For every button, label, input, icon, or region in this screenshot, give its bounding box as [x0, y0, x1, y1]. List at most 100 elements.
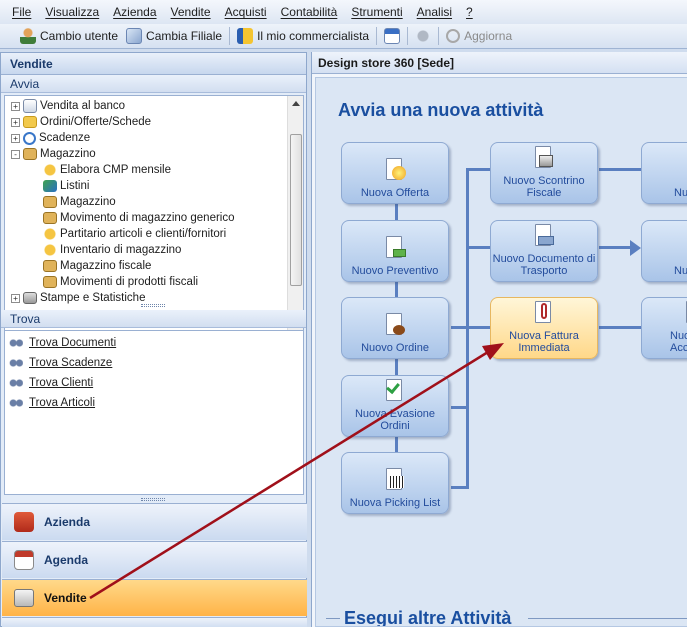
warehouse-icon: [43, 196, 57, 208]
trova-documenti-link[interactable]: Trova Documenti: [9, 335, 116, 351]
tree-item[interactable]: - Magazzino: [11, 146, 96, 162]
trova-scadenze-link[interactable]: Trova Scadenze: [9, 355, 112, 371]
nav-label: Agenda: [44, 553, 89, 567]
activity-label: Nuovo Ordine: [361, 342, 429, 354]
menu-analisi[interactable]: Analisi: [417, 5, 452, 19]
menu-visualizza[interactable]: Visualizza: [45, 5, 99, 19]
paperclip-invoice-icon: [533, 301, 555, 327]
tree-item-label: Listini: [60, 180, 90, 192]
transport-document-icon: [533, 224, 555, 250]
tree-item-label: Ordini/Offerte/Schede: [40, 116, 152, 128]
nuovo-ordine-button[interactable]: Nuovo Ordine: [341, 297, 449, 359]
tree-item-label: Elabora CMP mensile: [60, 164, 172, 176]
aggiorna-button[interactable]: Aggiorna: [442, 25, 516, 47]
tree-item-label: Scadenze: [39, 132, 91, 144]
expand-icon[interactable]: +: [11, 117, 20, 127]
content-area: Design store 360 [Sede] Avvia una nuova …: [311, 52, 687, 627]
order-icon: [384, 313, 406, 339]
trova-clienti-link[interactable]: Trova Clienti: [9, 375, 93, 391]
menu-strumenti[interactable]: Strumenti: [351, 5, 402, 19]
splitter-handle[interactable]: [141, 498, 165, 501]
column3-activity-b-button[interactable]: Nuov Dif: [641, 220, 687, 282]
building-icon: [14, 512, 34, 532]
content-title: Design store 360 [Sede]: [312, 52, 687, 74]
nav-label: Azienda: [44, 515, 91, 529]
nuova-fattura-immediata-button[interactable]: Nuova Fattura Immediata: [490, 297, 598, 359]
tree-item[interactable]: + Vendita al banco: [11, 98, 125, 114]
trova-articoli-link[interactable]: Trova Articoli: [9, 395, 95, 411]
calendar-button[interactable]: [380, 25, 404, 47]
tree-item-label: Partitario articoli e clienti/fornitori: [60, 228, 227, 240]
commercialista-button[interactable]: Il mio commercialista: [233, 25, 373, 47]
warehouse-icon: [43, 260, 57, 272]
tree-item[interactable]: Elabora CMP mensile: [43, 162, 171, 178]
ledger-icon: [43, 228, 57, 240]
tree-item[interactable]: Movimenti di prodotti fiscali: [43, 274, 198, 290]
nuovo-documento-trasporto-button[interactable]: Nuovo Documento di Trasporto: [490, 220, 598, 282]
tree-item[interactable]: + Ordini/Offerte/Schede: [11, 114, 151, 130]
activity-label: Nuov Dif: [674, 265, 687, 277]
menu-azienda[interactable]: Azienda: [113, 5, 156, 19]
column3-activity-c-button[interactable]: Nuov Accomp: [641, 297, 687, 359]
tree-item[interactable]: Magazzino fiscale: [43, 258, 151, 274]
offer-icon: [384, 158, 406, 184]
menu-vendite[interactable]: Vendite: [171, 5, 211, 19]
tree-item-label: Magazzino fiscale: [60, 260, 152, 272]
binoculars-icon: [9, 378, 23, 388]
activity-label: Nuova Picking List: [349, 497, 441, 509]
expand-icon[interactable]: +: [11, 133, 20, 143]
collapse-icon[interactable]: -: [11, 149, 20, 159]
tree-item[interactable]: Movimento di magazzino generico: [43, 210, 235, 226]
cambio-utente-button[interactable]: Cambio utente: [16, 25, 122, 47]
folder-icon: [23, 116, 37, 128]
menu-contabilita[interactable]: Contabilità: [281, 5, 338, 19]
tree-item[interactable]: Partitario articoli e clienti/fornitori: [43, 226, 226, 242]
toolbar-separator: [376, 27, 378, 45]
panel-title: Vendite: [1, 53, 306, 75]
trova-link-label: Trova Articoli: [29, 397, 96, 409]
cambia-filiale-label: Cambia Filiale: [146, 29, 223, 43]
settings-button[interactable]: [411, 25, 435, 47]
cambia-filiale-button[interactable]: Cambia Filiale: [122, 25, 226, 47]
nav-azienda-button[interactable]: Azienda: [2, 503, 307, 540]
trova-list: Trova Documenti Trova Scadenze Trova Cli…: [4, 330, 304, 495]
tree-item[interactable]: Magazzino: [43, 194, 116, 210]
tree-item[interactable]: + Scadenze: [11, 130, 90, 146]
toolbar-separator: [229, 27, 231, 45]
scroll-up-icon[interactable]: [292, 101, 300, 106]
cambio-utente-label: Cambio utente: [40, 29, 119, 43]
menu-file[interactable]: File: [12, 5, 31, 19]
checkmark-document-icon: [384, 379, 406, 405]
activity-label: Nuova Fis: [674, 187, 687, 199]
scroll-thumb[interactable]: [290, 134, 302, 286]
nuova-evasione-ordini-button[interactable]: Nuova Evasione Ordini: [341, 375, 449, 437]
nuovo-preventivo-button[interactable]: Nuovo Preventivo: [341, 220, 449, 282]
nuova-picking-list-button[interactable]: Nuova Picking List: [341, 452, 449, 514]
menu-acquisti[interactable]: Acquisti: [225, 5, 267, 19]
price-list-icon: [43, 180, 57, 192]
tree-item-label: Vendita al banco: [40, 100, 126, 112]
calendar-icon: [384, 28, 401, 44]
menu-help[interactable]: ?: [466, 5, 473, 19]
connector-line: [466, 326, 491, 329]
activity-label: Nuova Evasione Ordini: [354, 408, 436, 432]
splitter-handle[interactable]: [141, 304, 165, 307]
tree-item[interactable]: Listini: [43, 178, 89, 194]
expand-icon[interactable]: +: [11, 101, 20, 111]
tree-item[interactable]: Inventario di magazzino: [43, 242, 181, 258]
expand-icon[interactable]: +: [11, 293, 20, 303]
nuova-offerta-button[interactable]: Nuova Offerta: [341, 142, 449, 204]
nav-vendite-button[interactable]: Vendite: [2, 579, 307, 616]
tree-item-label: Inventario di magazzino: [60, 244, 182, 256]
arrow-icon: [630, 240, 641, 256]
nav-agenda-button[interactable]: Agenda: [2, 541, 307, 578]
tree-item-label: Magazzino: [60, 196, 116, 208]
nav-more-button[interactable]: [2, 617, 307, 627]
tree-item[interactable]: + Stampe e Statistiche: [11, 290, 145, 306]
nuovo-scontrino-fiscale-button[interactable]: Nuovo Scontrino Fiscale: [490, 142, 598, 204]
connector-line: [599, 246, 634, 249]
commercialista-label: Il mio commercialista: [257, 29, 370, 43]
binoculars-icon: [9, 338, 23, 348]
clock-icon: [23, 131, 36, 145]
column3-activity-a-button[interactable]: Nuova Fis: [641, 142, 687, 204]
